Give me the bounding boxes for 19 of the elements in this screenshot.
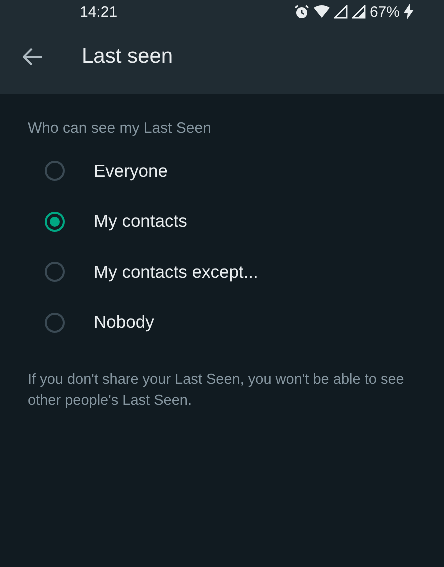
- charging-icon: [404, 4, 414, 20]
- radio-button[interactable]: [45, 161, 65, 182]
- alarm-icon: [294, 4, 310, 20]
- signal-icon: [352, 5, 366, 19]
- signal-icon: [334, 5, 348, 19]
- back-arrow-icon: [23, 48, 43, 66]
- screen-title: Last seen: [82, 45, 174, 69]
- option-label: My contacts except...: [94, 262, 258, 283]
- option-label: My contacts: [94, 211, 188, 232]
- option-label: Everyone: [94, 160, 168, 182]
- section-heading: Who can see my Last Seen: [28, 120, 212, 137]
- info-text: If you don't share your Last Seen, you won't be able to see other people's Last Seen.: [28, 371, 406, 411]
- option-label: Nobody: [94, 312, 154, 334]
- radio-button[interactable]: [45, 212, 65, 232]
- radio-button[interactable]: [45, 262, 65, 282]
- wifi-icon: [314, 5, 330, 19]
- status-time: 14:21: [80, 4, 119, 20]
- battery-percentage: 67%: [370, 4, 400, 20]
- radio-button[interactable]: [45, 312, 65, 333]
